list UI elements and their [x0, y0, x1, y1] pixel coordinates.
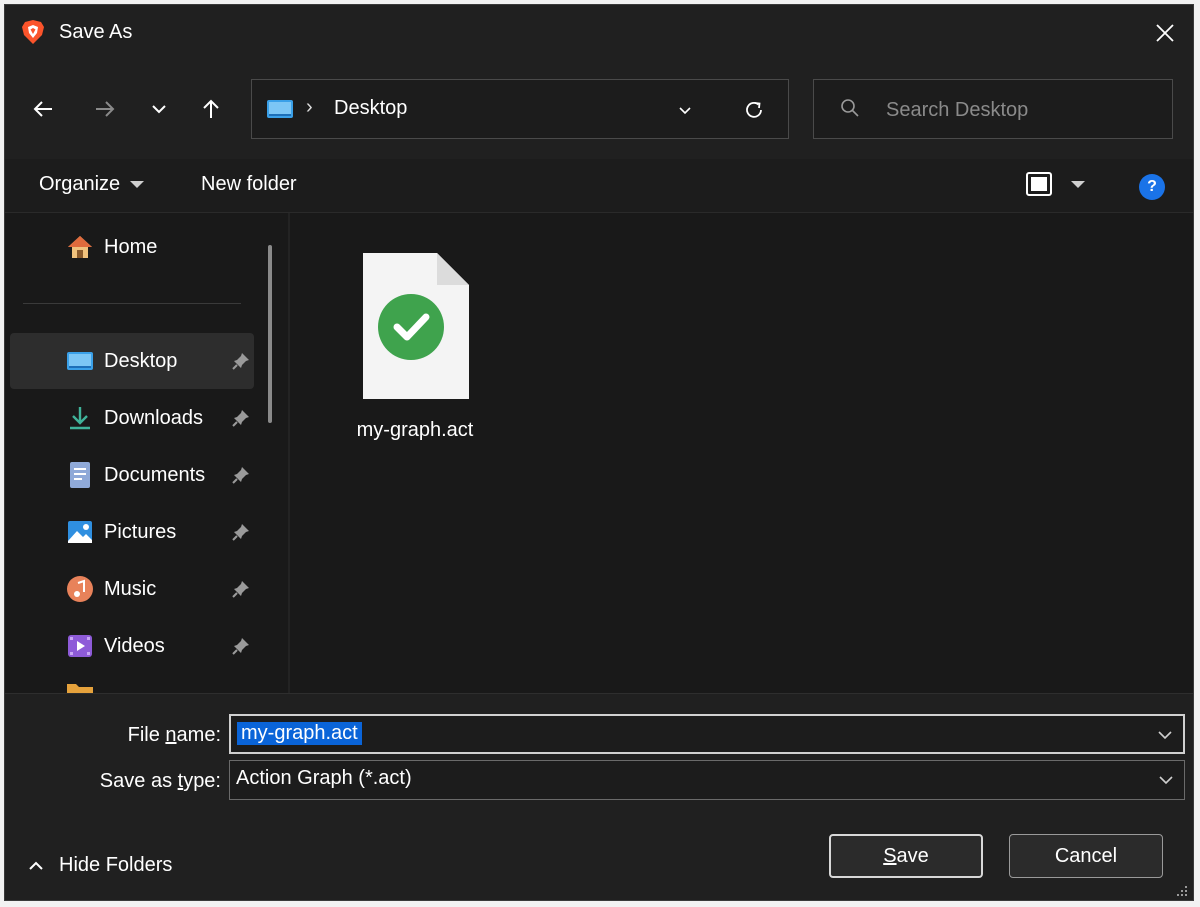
desktop-icon: [267, 100, 293, 118]
videos-icon: [66, 632, 94, 660]
sidebar-item-partial[interactable]: [10, 675, 254, 693]
chevron-down-icon[interactable]: [1157, 728, 1173, 742]
forward-button[interactable]: [87, 91, 123, 127]
sidebar-item-documents[interactable]: Documents: [10, 447, 254, 503]
search-input[interactable]: [884, 94, 1158, 126]
sidebar-item-label: Pictures: [104, 520, 177, 543]
sidebar-scrollbar[interactable]: [268, 245, 272, 423]
close-button[interactable]: [1137, 5, 1193, 61]
save-type-value: Action Graph (*.act): [236, 767, 412, 789]
chevron-down-icon: [679, 107, 691, 115]
file-name-label-mnemonic: n: [165, 724, 177, 746]
pictures-icon: [66, 518, 94, 546]
chevron-down-icon: [1159, 776, 1173, 785]
up-arrow-icon: [203, 99, 219, 118]
close-icon: [1156, 24, 1174, 42]
sidebar-item-home[interactable]: Home: [10, 219, 254, 275]
change-view-button[interactable]: [1025, 171, 1085, 197]
pin-icon: [232, 353, 249, 370]
caret-down-icon: [130, 181, 145, 188]
file-check-icon: [363, 253, 469, 399]
file-name-field[interactable]: my-graph.act: [229, 714, 1185, 754]
hide-folders-label: Hide Folders: [59, 854, 173, 876]
caret-down-icon: [1071, 180, 1085, 188]
desktop-icon: [66, 347, 94, 375]
address-history-button[interactable]: [672, 98, 698, 124]
search-box[interactable]: [813, 79, 1173, 139]
command-bar: Organize New folder ?: [5, 159, 1193, 213]
sidebar-item-label: Videos: [104, 634, 165, 657]
brave-browser-icon: [22, 20, 44, 44]
pin-icon: [232, 410, 249, 427]
file-name-label-post: ame:: [176, 724, 221, 746]
title-bar: Save As: [5, 5, 1193, 61]
save-label-rest: ave: [896, 844, 929, 867]
cancel-button[interactable]: Cancel: [1009, 834, 1163, 878]
back-arrow-icon: [33, 101, 52, 117]
save-type-label-post: ype:: [183, 770, 221, 792]
file-name: my-graph.act: [356, 419, 474, 441]
pin-icon: [232, 524, 249, 541]
resize-grip-icon[interactable]: [1175, 884, 1189, 898]
file-name-label: File name:: [105, 724, 221, 747]
back-button[interactable]: [25, 91, 61, 127]
chevron-up-icon: [29, 861, 43, 870]
save-options-panel: File name: my-graph.act Save as type: Ac…: [5, 693, 1193, 900]
folder-icon: [66, 677, 94, 693]
file-list: my-graph.act: [290, 213, 1193, 693]
sidebar-item-label: Desktop: [104, 349, 178, 372]
sidebar-item-label: Downloads: [104, 406, 203, 429]
save-type-label-pre: Save as: [99, 770, 178, 792]
up-button[interactable]: [193, 91, 229, 127]
sidebar-item-desktop[interactable]: Desktop: [10, 333, 254, 389]
save-button[interactable]: Save: [829, 834, 983, 878]
save-as-dialog: Save As › Desktop Search Desktop Organiz…: [4, 4, 1194, 901]
pin-icon: [232, 638, 249, 655]
refresh-button[interactable]: [740, 96, 768, 124]
hide-folders-button[interactable]: Hide Folders: [27, 854, 172, 877]
file-item[interactable]: my-graph.act: [350, 249, 480, 449]
pin-icon: [232, 467, 249, 484]
navigation-pane: Home Desktop Downloads Documents Picture…: [5, 213, 289, 693]
sidebar-item-music[interactable]: Music: [10, 561, 254, 617]
help-button[interactable]: ?: [1139, 174, 1165, 200]
address-bar[interactable]: › Desktop: [251, 79, 789, 139]
save-type-select[interactable]: Action Graph (*.act): [229, 760, 1185, 800]
search-icon: [841, 99, 859, 117]
dialog-title: Save As: [59, 21, 133, 43]
download-icon: [66, 404, 94, 432]
new-folder-button[interactable]: New folder: [201, 173, 297, 196]
recent-locations-button[interactable]: [141, 91, 177, 127]
view-pane-icon: [1026, 172, 1052, 196]
save-label-mnemonic: S: [883, 844, 897, 867]
breadcrumb-separator: ›: [306, 96, 313, 118]
music-icon: [66, 575, 94, 603]
sidebar-item-pictures[interactable]: Pictures: [10, 504, 254, 560]
save-type-label: Save as type:: [65, 770, 221, 793]
new-folder-label: New folder: [201, 173, 297, 195]
pin-icon: [232, 581, 249, 598]
forward-arrow-icon: [96, 101, 115, 117]
refresh-icon: [746, 101, 762, 118]
breadcrumb-desktop[interactable]: Desktop: [334, 97, 407, 120]
sidebar-divider: [23, 303, 241, 304]
chevron-down-icon: [152, 105, 166, 114]
sidebar-item-label: Music: [104, 577, 157, 600]
file-name-label-pre: File: [127, 724, 166, 746]
sidebar-item-label: Home: [104, 235, 158, 258]
documents-icon: [66, 461, 94, 489]
file-name-value[interactable]: my-graph.act: [237, 722, 362, 745]
organize-label: Organize: [39, 173, 121, 195]
sidebar-item-label: Documents: [104, 463, 206, 486]
organize-button[interactable]: Organize: [39, 173, 145, 196]
home-icon: [66, 233, 94, 261]
navigation-bar: › Desktop: [5, 61, 1193, 159]
sidebar-item-downloads[interactable]: Downloads: [10, 390, 254, 446]
sidebar-item-videos[interactable]: Videos: [10, 618, 254, 674]
